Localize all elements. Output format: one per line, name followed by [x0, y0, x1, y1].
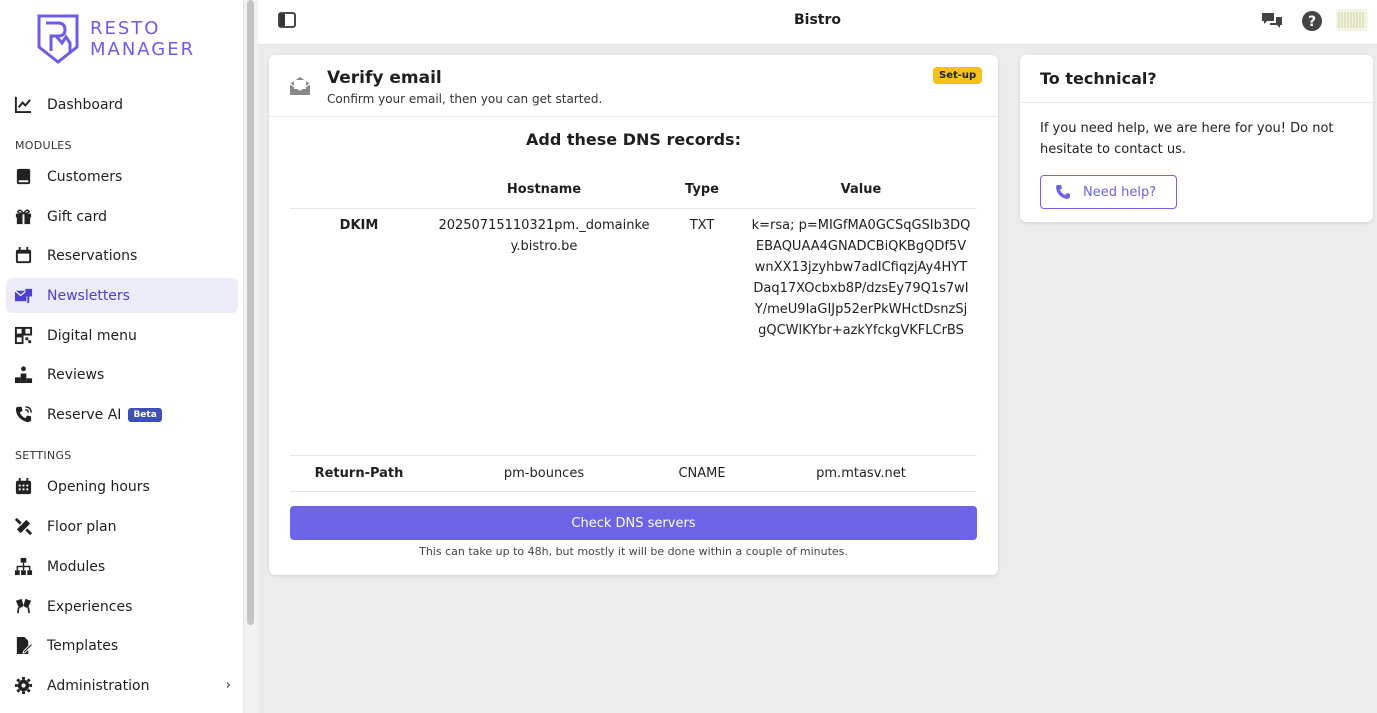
sidebar-item-label: Digital menu — [47, 327, 137, 344]
table-divider — [290, 491, 977, 492]
record-type: TXT — [689, 218, 715, 233]
sidebar-item-dashboard[interactable]: Dashboard — [6, 87, 238, 122]
sidebar-item-label: Modules — [47, 558, 106, 575]
sidebar-item-reviews[interactable]: Reviews — [6, 357, 238, 392]
sidebar-item-templates[interactable]: Templates — [6, 628, 238, 663]
logo-text: RESTO MANAGER — [90, 18, 195, 60]
record-type: CNAME — [678, 466, 726, 481]
modules-section-label: MODULES — [15, 139, 72, 152]
sidebar-item-label: Floor plan — [47, 518, 117, 535]
phone-icon — [13, 405, 33, 425]
record-name: Return-Path — [314, 466, 404, 481]
logo-line-1: RESTO — [90, 18, 161, 39]
sidebar-item-administration[interactable]: Administration › — [6, 668, 238, 703]
column-header-value: Value — [840, 182, 882, 197]
table-divider — [290, 455, 977, 456]
chevron-right-icon: › — [225, 678, 231, 693]
calendar-grid-icon — [13, 477, 33, 497]
topbar: Bistro ? — [258, 0, 1377, 45]
record-value: k=rsa; p=MIGfMA0GCSqGSIb3DQEBAQUAA4GNADC… — [751, 218, 971, 338]
sidebar-item-label: Reservations — [47, 247, 138, 264]
verify-email-header: Verify email Confirm your email, then yo… — [269, 55, 998, 117]
dns-records-title: Add these DNS records: — [526, 130, 741, 149]
record-hostname: 20250715110321pm._domainkey.bistro.be — [438, 218, 650, 254]
ruler-icon — [13, 517, 33, 537]
file-edit-icon — [13, 636, 33, 656]
setup-badge: Set-up — [933, 67, 983, 84]
sidebar-scroll-thumb[interactable] — [247, 0, 254, 625]
restaurant-title: Bistro — [793, 12, 842, 28]
phone-icon — [1056, 185, 1070, 199]
envelope-open-icon — [289, 77, 311, 95]
sidebar-item-floor-plan[interactable]: Floor plan — [6, 509, 238, 544]
record-value: pm.mtasv.net — [816, 466, 906, 481]
sidebar-item-gift-card[interactable]: Gift card — [6, 199, 238, 234]
record-hostname: pm-bounces — [503, 466, 585, 481]
help-title: To technical? — [1040, 69, 1157, 88]
gift-icon — [13, 207, 33, 227]
book-icon — [13, 167, 33, 187]
verify-email-title: Verify email — [327, 68, 442, 88]
dns-note: This can take up to 48h, but mostly it w… — [419, 545, 848, 558]
chat-icon[interactable] — [1261, 10, 1283, 32]
sidebar-item-opening-hours[interactable]: Opening hours — [6, 469, 238, 504]
mail-icon — [13, 286, 33, 306]
sidebar-item-reserve-ai[interactable]: Reserve AI Beta — [6, 397, 238, 432]
sidebar-item-label: Newsletters — [47, 287, 130, 304]
need-help-label: Need help? — [1083, 184, 1157, 200]
help-card-header: To technical? — [1020, 55, 1373, 103]
gear-icon — [13, 676, 33, 696]
beta-badge: Beta — [128, 407, 162, 422]
need-help-button[interactable]: Need help? — [1040, 175, 1177, 209]
sidebar-item-label: Gift card — [47, 208, 108, 225]
chart-line-icon — [13, 95, 33, 115]
logo-line-2: MANAGER — [90, 39, 196, 60]
settings-section-label: SETTINGS — [15, 449, 72, 462]
svg-text:?: ? — [1308, 14, 1316, 30]
sidebar-item-label: Templates — [47, 637, 119, 654]
qr-icon — [13, 326, 33, 346]
podium-icon — [13, 365, 33, 385]
sidebar-item-label: Opening hours — [47, 478, 150, 495]
table-divider — [290, 208, 977, 209]
sidebar-item-reservations[interactable]: Reservations — [6, 238, 238, 273]
column-header-type: Type — [685, 182, 719, 197]
verify-email-card: Verify email Confirm your email, then yo… — [269, 55, 998, 575]
sidebar-item-label: Reserve AI — [47, 406, 122, 423]
sidebar-item-experiences[interactable]: Experiences — [6, 589, 238, 624]
sidebar-item-customers[interactable]: Customers — [6, 159, 238, 194]
help-icon[interactable]: ? — [1301, 10, 1323, 32]
sidebar-item-label: Administration — [47, 677, 150, 694]
calendar-icon — [13, 246, 33, 266]
sidebar-item-digital-menu[interactable]: Digital menu — [6, 318, 238, 353]
app-logo[interactable]: RESTO MANAGER — [36, 13, 195, 65]
sidebar: RESTO MANAGER Dashboard MODULES Customer… — [0, 0, 258, 713]
sidebar-item-label: Customers — [47, 168, 123, 185]
sidebar-item-label: Dashboard — [47, 96, 123, 113]
user-avatar[interactable] — [1336, 9, 1368, 31]
sidebar-item-newsletters[interactable]: Newsletters — [6, 278, 238, 313]
verify-email-subtitle: Confirm your email, then you can get sta… — [327, 92, 603, 106]
cheers-icon — [13, 597, 33, 617]
record-name: DKIM — [339, 218, 379, 233]
check-dns-button[interactable]: Check DNS servers — [290, 506, 977, 540]
column-header-hostname: Hostname — [506, 182, 582, 197]
help-body-text: If you need help, we are here for you! D… — [1040, 121, 1334, 157]
sitemap-icon — [13, 557, 33, 577]
sidebar-item-modules[interactable]: Modules — [6, 549, 238, 584]
help-card: To technical? If you need help, we are h… — [1020, 55, 1373, 222]
sidebar-item-label: Experiences — [47, 598, 133, 615]
sidebar-item-label: Reviews — [47, 366, 105, 383]
logo-mark-icon — [37, 14, 79, 64]
